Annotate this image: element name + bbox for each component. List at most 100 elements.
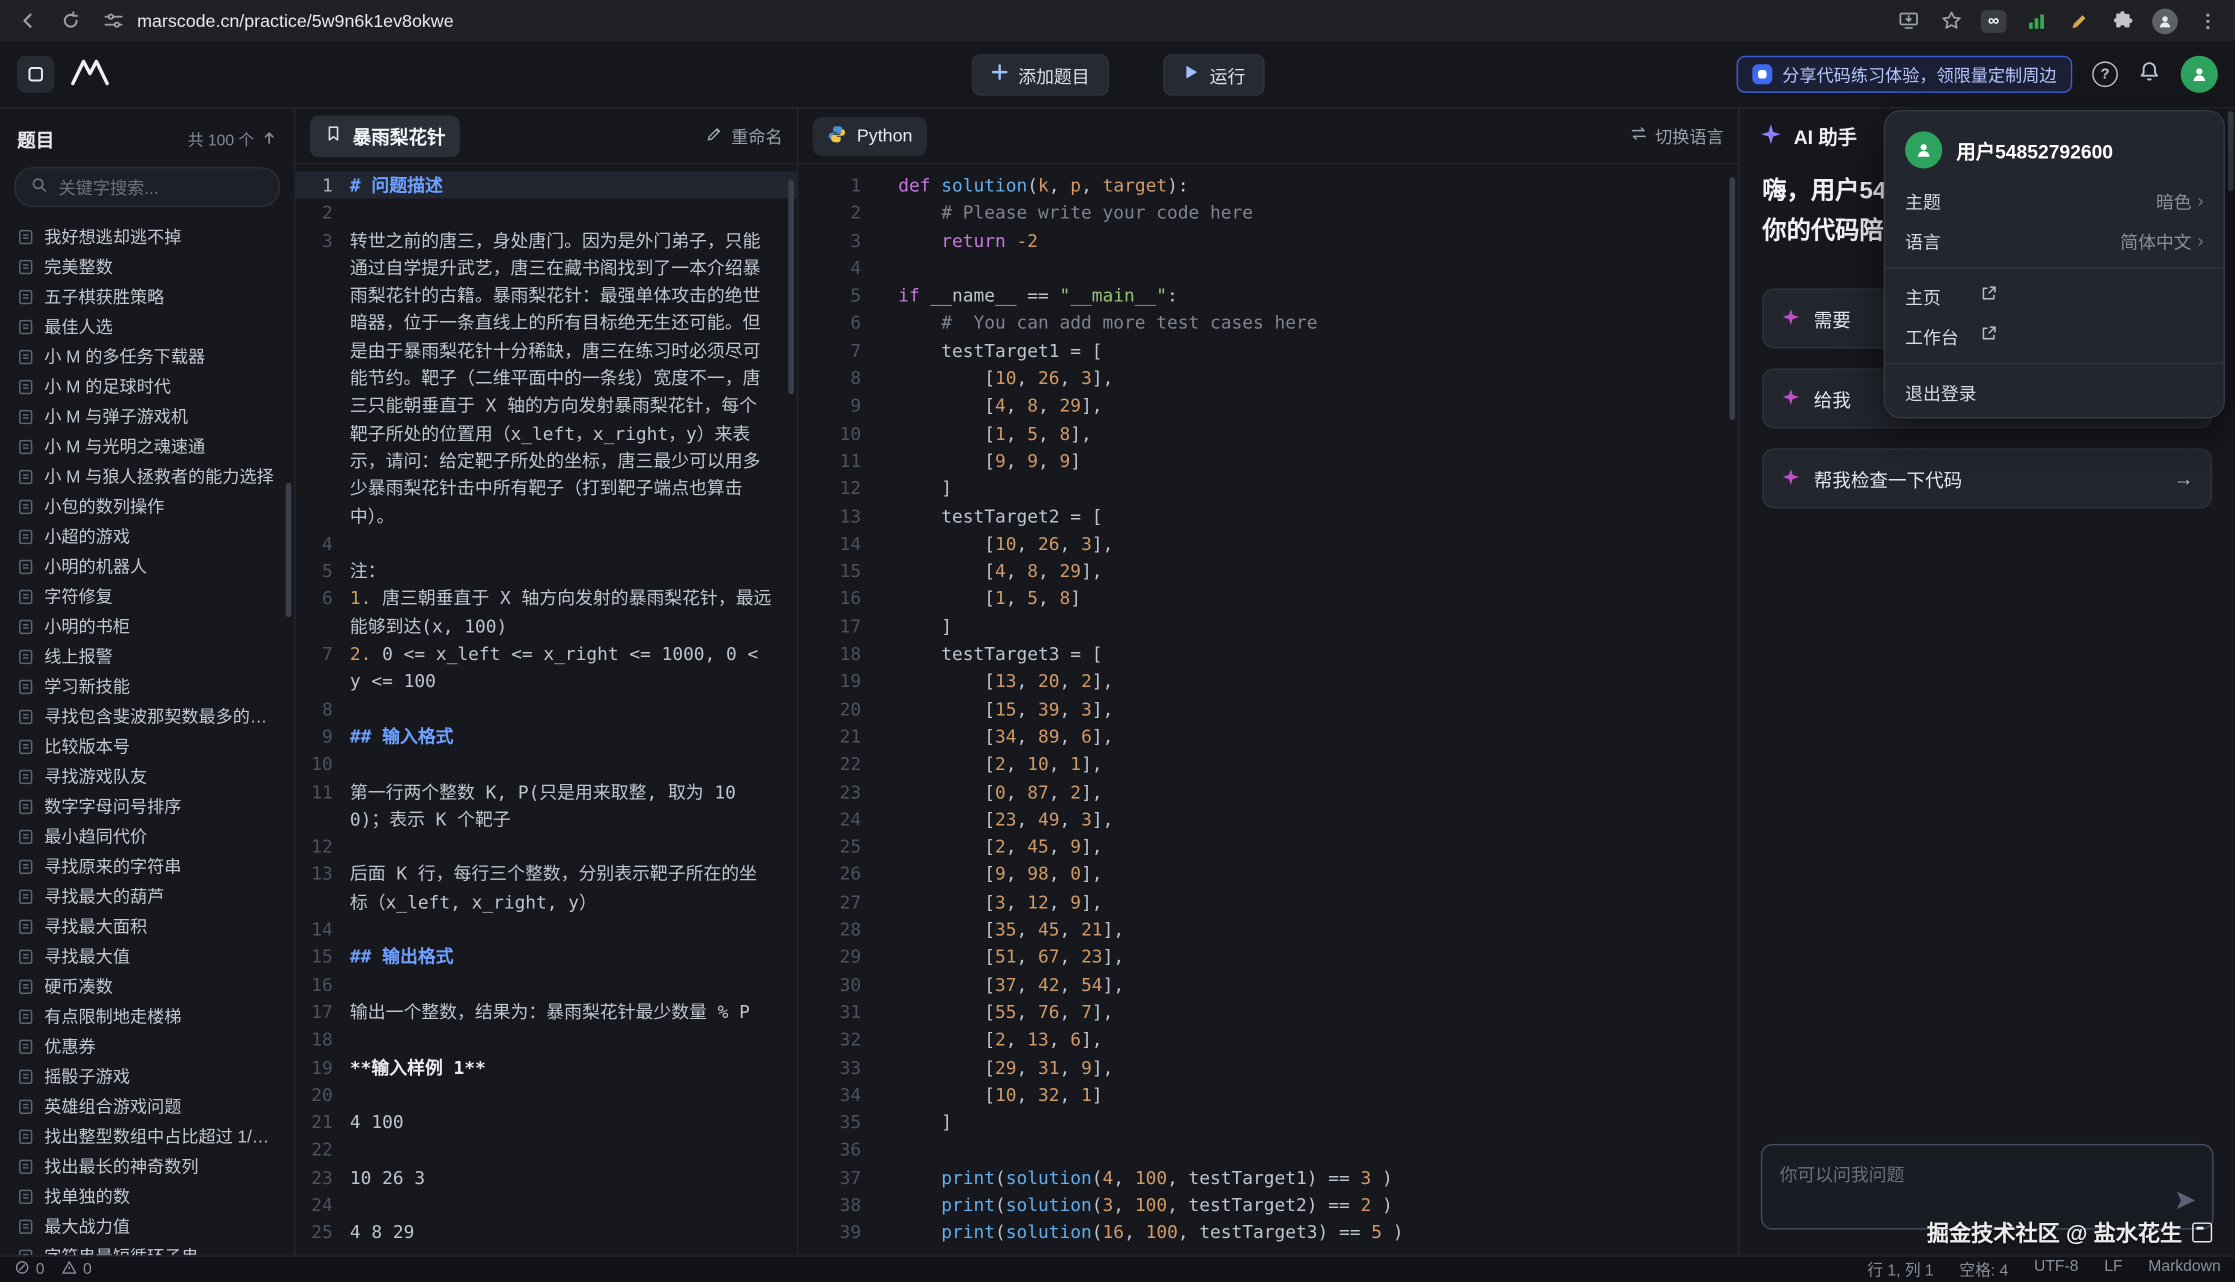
sidebar-item-problem[interactable]: 小 M 与光明之魂速通 bbox=[6, 431, 289, 461]
code-line-39[interactable]: 39 print(solution(16, 100, testTarget3) … bbox=[798, 1219, 1738, 1247]
notifications-bell-icon[interactable] bbox=[2138, 59, 2161, 89]
code-line-31[interactable]: 31 [55, 76, 7], bbox=[798, 998, 1738, 1026]
code-scrollbar[interactable] bbox=[1729, 177, 1735, 420]
problem-line-7[interactable]: 72. 0 <= x_left <= x_right <= 1000, 0 < … bbox=[296, 640, 797, 695]
menu-item-language[interactable]: 语言 简体中文› bbox=[1885, 220, 2223, 260]
sidebar-item-problem[interactable]: 找出整型数组中占比超过 1/N ... bbox=[6, 1121, 289, 1151]
code-line-35[interactable]: 35 ] bbox=[798, 1108, 1738, 1136]
code-line-16[interactable]: 16 [1, 5, 8] bbox=[798, 585, 1738, 613]
problem-line-22[interactable]: 22 bbox=[296, 1136, 797, 1164]
code-line-6[interactable]: 6 # You can add more test cases here bbox=[798, 309, 1738, 337]
bookmark-star-icon[interactable] bbox=[1938, 8, 1964, 34]
problem-line-25[interactable]: 254 8 29 bbox=[296, 1219, 797, 1247]
python-code-editor[interactable]: 1def solution(k, p, target):2 # Please w… bbox=[798, 164, 1738, 1255]
sidebar-item-problem[interactable]: 小明的书柜 bbox=[6, 611, 289, 641]
problem-line-11[interactable]: 11第一行两个整数 K, P(只是用来取整, 取为 100)；表示 K 个靶子 bbox=[296, 778, 797, 833]
code-line-34[interactable]: 34 [10, 32, 1] bbox=[798, 1081, 1738, 1109]
language-tab[interactable]: Python bbox=[813, 116, 927, 155]
code-line-7[interactable]: 7 testTarget1 = [ bbox=[798, 337, 1738, 365]
sidebar-item-problem[interactable]: 小 M 的多任务下载器 bbox=[6, 341, 289, 371]
refresh-icon[interactable] bbox=[57, 8, 83, 34]
code-line-1[interactable]: 1def solution(k, p, target): bbox=[798, 171, 1738, 199]
sidebar-item-problem[interactable]: 数字字母问号排序 bbox=[6, 791, 289, 821]
site-settings-icon[interactable] bbox=[100, 8, 126, 34]
problem-line-13[interactable]: 13后面 K 行，每行三个整数，分别表示靶子所在的坐标（x_left, x_ri… bbox=[296, 860, 797, 915]
code-line-9[interactable]: 9 [4, 8, 29], bbox=[798, 392, 1738, 420]
marscode-logo-icon[interactable] bbox=[69, 55, 112, 94]
install-app-icon[interactable] bbox=[1895, 8, 1921, 34]
eol-setting[interactable]: LF bbox=[2104, 1258, 2122, 1281]
problem-line-17[interactable]: 17输出一个整数，结果为：暴雨梨花针最少数量 % P bbox=[296, 998, 797, 1026]
problem-line-24[interactable]: 24 bbox=[296, 1191, 797, 1219]
back-icon[interactable] bbox=[14, 8, 40, 34]
code-line-8[interactable]: 8 [10, 26, 3], bbox=[798, 364, 1738, 392]
sidebar-item-problem[interactable]: 我好想逃却逃不掉 bbox=[6, 221, 289, 251]
code-line-19[interactable]: 19 [13, 20, 2], bbox=[798, 667, 1738, 695]
code-line-18[interactable]: 18 testTarget3 = [ bbox=[798, 640, 1738, 668]
problem-line-15[interactable]: 15## 输出格式 bbox=[296, 943, 797, 971]
sidebar-item-problem[interactable]: 摇骰子游戏 bbox=[6, 1061, 289, 1091]
code-line-27[interactable]: 27 [3, 12, 9], bbox=[798, 888, 1738, 916]
sidebar-item-problem[interactable]: 比较版本号 bbox=[6, 731, 289, 761]
sidebar-item-problem[interactable]: 最小趋同代价 bbox=[6, 821, 289, 851]
problem-title-chip[interactable]: 暴雨梨花针 bbox=[310, 115, 460, 156]
add-problem-button[interactable]: 添加题目 bbox=[971, 54, 1108, 95]
problem-scrollbar[interactable] bbox=[788, 180, 794, 394]
sidebar-item-problem[interactable]: 小 M 与狼人拯救者的能力选择 bbox=[6, 461, 289, 491]
infinity-extension-icon[interactable]: ∞ bbox=[1981, 9, 2007, 32]
code-line-15[interactable]: 15 [4, 8, 29], bbox=[798, 557, 1738, 585]
browser-profile-icon[interactable] bbox=[2152, 8, 2178, 34]
code-line-21[interactable]: 21 [34, 89, 6], bbox=[798, 723, 1738, 751]
problem-line-18[interactable]: 18 bbox=[296, 1026, 797, 1054]
encoding-setting[interactable]: UTF-8 bbox=[2034, 1258, 2079, 1281]
sidebar-item-problem[interactable]: 硬币凑数 bbox=[6, 971, 289, 1001]
promo-banner[interactable]: 分享代码练习体验，领限量定制周边 bbox=[1737, 56, 2073, 93]
sidebar-item-problem[interactable]: 寻找包含斐波那契数最多的链表 bbox=[6, 701, 289, 731]
problem-line-16[interactable]: 16 bbox=[296, 971, 797, 999]
code-line-20[interactable]: 20 [15, 39, 3], bbox=[798, 695, 1738, 723]
code-line-17[interactable]: 17 ] bbox=[798, 612, 1738, 640]
code-line-11[interactable]: 11 [9, 9, 9] bbox=[798, 447, 1738, 475]
language-mode[interactable]: Markdown bbox=[2148, 1258, 2220, 1281]
problem-line-2[interactable]: 2 bbox=[296, 199, 797, 227]
sidebar-item-problem[interactable]: 寻找最大值 bbox=[6, 941, 289, 971]
code-line-25[interactable]: 25 [2, 45, 9], bbox=[798, 833, 1738, 861]
url-text[interactable]: marscode.cn/practice/5w9n6k1ev8okwe bbox=[137, 11, 454, 31]
markdown-editor[interactable]: 1# 问题描述23转世之前的唐三，身处唐门。因为是外门弟子，只能通过自学提升武艺… bbox=[296, 164, 797, 1255]
menu-item-logout[interactable]: 退出登录 bbox=[1885, 371, 2223, 411]
code-line-28[interactable]: 28 [35, 45, 21], bbox=[798, 915, 1738, 943]
code-line-24[interactable]: 24 [23, 49, 3], bbox=[798, 805, 1738, 833]
pen-extension-icon[interactable] bbox=[2066, 8, 2092, 34]
address-bar[interactable]: marscode.cn/practice/5w9n6k1ev8okwe bbox=[100, 8, 1878, 34]
sidebar-item-problem[interactable]: 字符串最短循环子串 bbox=[6, 1241, 289, 1255]
problem-line-4[interactable]: 4 bbox=[296, 530, 797, 558]
code-line-10[interactable]: 10 [1, 5, 8], bbox=[798, 419, 1738, 447]
problem-line-23[interactable]: 2310 26 3 bbox=[296, 1163, 797, 1191]
code-line-13[interactable]: 13 testTarget2 = [ bbox=[798, 502, 1738, 530]
problem-line-20[interactable]: 20 bbox=[296, 1081, 797, 1109]
sidebar-item-problem[interactable]: 小包的数列操作 bbox=[6, 491, 289, 521]
ai-chat-input[interactable]: 你可以问我问题 bbox=[1761, 1144, 2214, 1230]
sidebar-item-problem[interactable]: 小超的游戏 bbox=[6, 521, 289, 551]
problem-line-8[interactable]: 8 bbox=[296, 695, 797, 723]
sidebar-item-problem[interactable]: 字符修复 bbox=[6, 581, 289, 611]
sidebar-item-problem[interactable]: 寻找原来的字符串 bbox=[6, 851, 289, 881]
user-avatar[interactable] bbox=[2181, 56, 2218, 93]
ai-action-card-check-code[interactable]: 帮我检查一下代码 → bbox=[1762, 448, 2212, 508]
warnings-indicator[interactable]: 0 bbox=[62, 1260, 92, 1280]
sidebar-item-problem[interactable]: 有点限制地走楼梯 bbox=[6, 1001, 289, 1031]
problem-line-3[interactable]: 3转世之前的唐三，身处唐门。因为是外门弟子，只能通过自学提升武艺，唐三在藏书阁找… bbox=[296, 226, 797, 529]
menu-item-theme[interactable]: 主题 暗色› bbox=[1885, 180, 2223, 220]
indentation-setting[interactable]: 空格: 4 bbox=[1959, 1258, 2008, 1281]
sidebar-item-problem[interactable]: 寻找最大面积 bbox=[6, 911, 289, 941]
problem-line-21[interactable]: 214 100 bbox=[296, 1108, 797, 1136]
sidebar-item-problem[interactable]: 英雄组合游戏问题 bbox=[6, 1091, 289, 1121]
sidebar-item-problem[interactable]: 小明的机器人 bbox=[6, 551, 289, 581]
menu-item-workspace[interactable]: 工作台 bbox=[1885, 316, 2223, 356]
code-line-14[interactable]: 14 [10, 26, 3], bbox=[798, 530, 1738, 558]
problem-line-14[interactable]: 14 bbox=[296, 915, 797, 943]
code-line-32[interactable]: 32 [2, 13, 6], bbox=[798, 1026, 1738, 1054]
sidebar-item-problem[interactable]: 线上报警 bbox=[6, 641, 289, 671]
sidebar-item-problem[interactable]: 最大战力值 bbox=[6, 1211, 289, 1241]
sidebar-item-problem[interactable]: 小 M 与弹子游戏机 bbox=[6, 401, 289, 431]
